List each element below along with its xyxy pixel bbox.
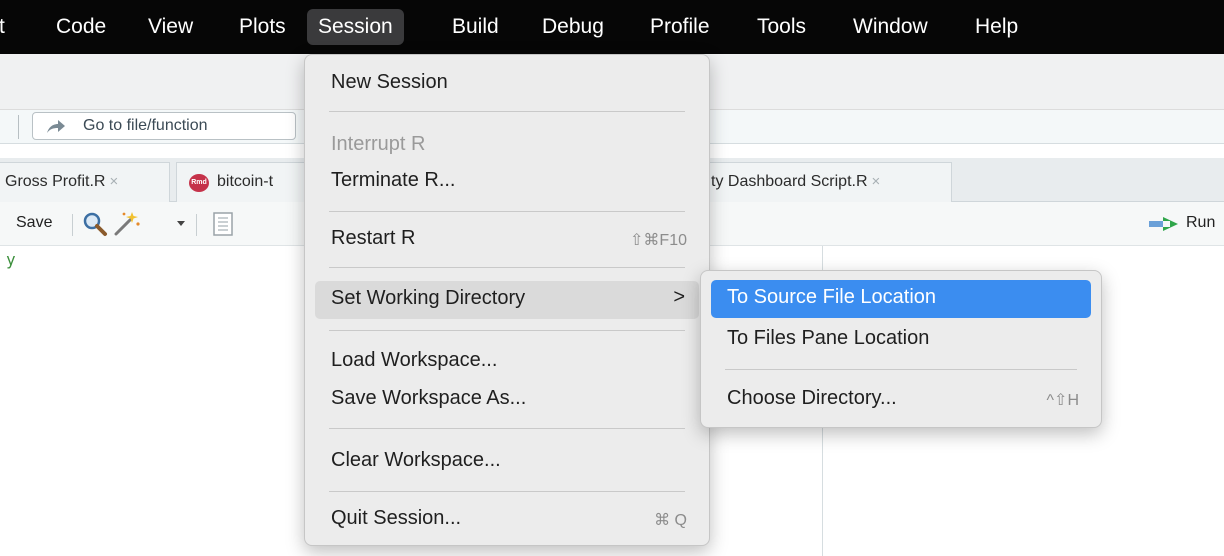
menu-build[interactable]: Build: [441, 9, 510, 45]
menu-separator: [329, 428, 685, 429]
menu-item-label: Terminate R...: [331, 169, 456, 191]
menu-separator: [329, 111, 685, 112]
menu-item-terminate-r[interactable]: Terminate R...: [315, 163, 699, 199]
menu-item-load-workspace[interactable]: Load Workspace...: [315, 343, 699, 379]
notebook-icon[interactable]: [212, 212, 234, 236]
code-line: y: [6, 250, 16, 269]
menu-item-restart-r[interactable]: Restart R ⇧⌘F10: [315, 221, 699, 257]
menu-item-save-workspace-as[interactable]: Save Workspace As...: [315, 381, 699, 417]
menu-separator: [725, 369, 1077, 370]
session-menu: New Session Interrupt R Terminate R... R…: [304, 54, 710, 546]
tab-bitcoin[interactable]: Rmd bitcoin-t: [176, 162, 316, 202]
menu-session[interactable]: Session: [307, 9, 404, 45]
tab-gross-profit[interactable]: Gross Profit.R ×: [0, 162, 170, 202]
toolbar-divider: [72, 214, 73, 236]
menu-tools[interactable]: Tools: [746, 9, 817, 45]
tab-label: ty Dashboard Script.R: [711, 173, 868, 190]
menu-item-interrupt-r[interactable]: Interrupt R: [315, 127, 699, 163]
menu-item-label: To Source File Location: [727, 286, 937, 308]
menu-item-set-working-directory[interactable]: Set Working Directory >: [315, 281, 699, 319]
goto-file-input[interactable]: Go to file/function: [32, 112, 296, 140]
menu-item-label: New Session: [331, 71, 448, 93]
close-icon[interactable]: ×: [109, 173, 118, 190]
menu-item-choose-directory[interactable]: Choose Directory... ^⇧H: [711, 381, 1091, 417]
menu-item-quit-session[interactable]: Quit Session... ⌘ Q: [315, 501, 699, 537]
chevron-right-icon: >: [673, 286, 685, 308]
menu-separator: [329, 267, 685, 268]
menu-profile[interactable]: Profile: [639, 9, 721, 45]
menu-item-label: Set Working Directory: [331, 287, 526, 309]
menu-bar: t Code View Plots Session Build Debug Pr…: [0, 0, 1224, 54]
search-icon[interactable]: [82, 211, 108, 237]
run-arrow-icon[interactable]: [1148, 214, 1184, 234]
rmd-file-icon: Rmd: [189, 174, 209, 192]
menu-debug[interactable]: Debug: [531, 9, 615, 45]
magic-wand-icon[interactable]: [112, 208, 142, 238]
close-icon[interactable]: ×: [872, 173, 881, 190]
menu-item-label: Load Workspace...: [331, 349, 498, 371]
goto-placeholder: Go to file/function: [83, 117, 208, 134]
menu-plots[interactable]: Plots: [228, 9, 297, 45]
menu-item-label: Clear Workspace...: [331, 449, 501, 471]
menu-item-label: Quit Session...: [331, 507, 462, 529]
menu-edit-partial[interactable]: t: [0, 9, 16, 45]
tab-dashboard-script[interactable]: ty Dashboard Script.R ×: [700, 162, 952, 202]
menu-separator: [329, 211, 685, 212]
menu-separator: [329, 491, 685, 492]
toolbar-divider: [196, 214, 197, 236]
menu-help[interactable]: Help: [964, 9, 1029, 45]
menu-item-shortcut: ⇧⌘F10: [630, 232, 687, 249]
menu-item-label: Save Workspace As...: [331, 387, 527, 409]
menu-separator: [329, 330, 685, 331]
chevron-down-icon[interactable]: [176, 220, 186, 228]
run-button[interactable]: Run: [1186, 214, 1215, 232]
toolbar-divider: [18, 115, 19, 139]
tab-label: bitcoin-t: [217, 173, 274, 190]
menu-item-new-session[interactable]: New Session: [315, 65, 699, 101]
save-button[interactable]: Save: [16, 214, 52, 232]
menu-item-shortcut: ^⇧H: [1046, 392, 1079, 409]
menu-item-to-source-file-location[interactable]: To Source File Location: [711, 280, 1091, 318]
working-directory-submenu: To Source File Location To Files Pane Lo…: [700, 270, 1102, 428]
menu-window[interactable]: Window: [842, 9, 939, 45]
menu-item-label: To Files Pane Location: [727, 327, 930, 349]
menu-item-to-files-pane-location[interactable]: To Files Pane Location: [711, 321, 1091, 357]
goto-arrow-icon: [47, 120, 65, 133]
menu-item-label: Restart R: [331, 227, 416, 249]
menu-item-label: Choose Directory...: [727, 387, 897, 409]
menu-item-label: Interrupt R: [331, 133, 426, 155]
screen: t Code View Plots Session Build Debug Pr…: [0, 0, 1224, 556]
menu-item-clear-workspace[interactable]: Clear Workspace...: [315, 443, 699, 479]
menu-item-shortcut: ⌘ Q: [654, 512, 687, 529]
tab-label: Gross Profit.R: [5, 173, 106, 190]
menu-view[interactable]: View: [137, 9, 204, 45]
menu-code[interactable]: Code: [45, 9, 117, 45]
